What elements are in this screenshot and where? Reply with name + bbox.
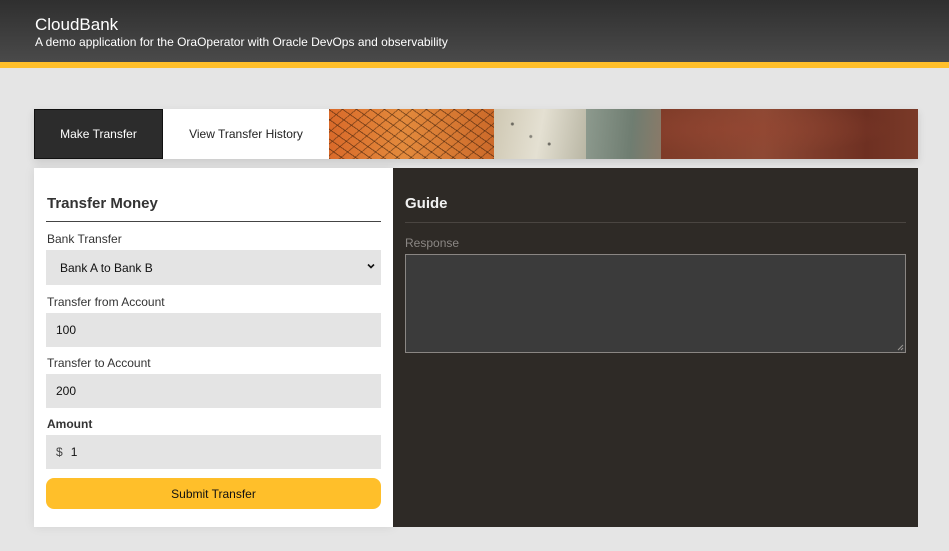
tab-bar: Make Transfer View Transfer History (34, 109, 918, 159)
tab-make-transfer[interactable]: Make Transfer (34, 109, 163, 159)
form-divider (46, 221, 381, 222)
transfer-form-panel: Transfer Money Bank Transfer Bank A to B… (34, 168, 393, 527)
banner-segment-green (586, 109, 661, 159)
banner-segment-orange (329, 109, 494, 159)
tab-view-transfer-history[interactable]: View Transfer History (163, 109, 329, 159)
resize-grip-icon[interactable] (897, 344, 904, 351)
app-header: CloudBank A demo application for the Ora… (0, 0, 949, 62)
guide-divider (405, 222, 906, 223)
currency-symbol: $ (56, 445, 63, 459)
header-accent-stripe (0, 62, 949, 68)
bank-transfer-select[interactable]: Bank A to Bank B (46, 250, 381, 285)
from-account-input[interactable]: 100 (46, 313, 381, 347)
chevron-down-icon (367, 263, 375, 269)
amount-value: 1 (70, 445, 78, 459)
guide-panel: Guide Response (393, 168, 918, 527)
response-label: Response (405, 236, 460, 250)
guide-title: Guide (405, 195, 448, 212)
from-account-label: Transfer from Account (47, 295, 165, 309)
bank-transfer-selected-value: Bank A to Bank B (60, 260, 153, 275)
banner-segment-speckled (494, 109, 586, 159)
amount-input[interactable]: $ 1 (46, 435, 381, 469)
amount-label: Amount (47, 417, 93, 431)
response-textarea[interactable] (405, 254, 906, 353)
banner-segment-rust (661, 109, 918, 159)
app-subtitle: A demo application for the OraOperator w… (35, 35, 448, 49)
to-account-input[interactable]: 200 (46, 374, 381, 408)
submit-transfer-button[interactable]: Submit Transfer (46, 478, 381, 509)
app-title: CloudBank (35, 15, 119, 34)
form-title: Transfer Money (47, 195, 158, 212)
decorative-banner-image (329, 109, 918, 159)
bank-transfer-label: Bank Transfer (47, 232, 122, 246)
to-account-label: Transfer to Account (47, 356, 151, 370)
